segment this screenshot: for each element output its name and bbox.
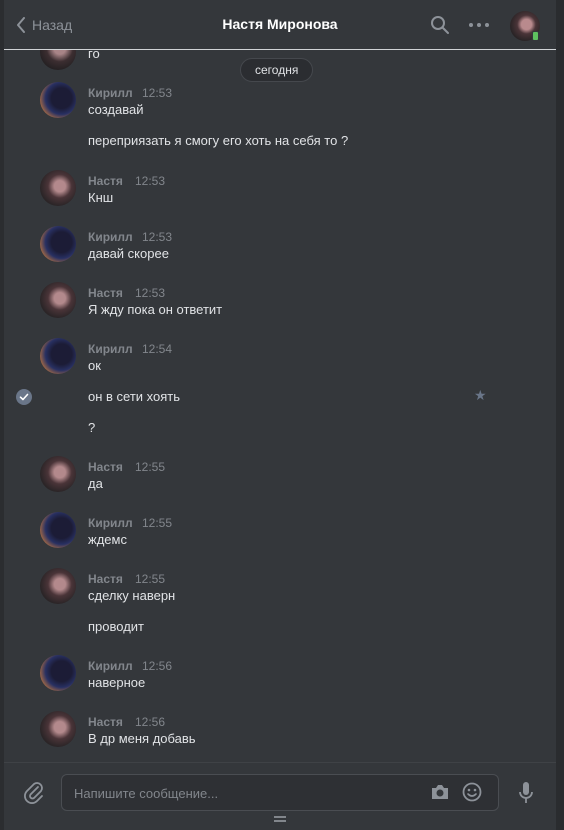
resize-handle[interactable]: [274, 816, 286, 822]
camera-icon[interactable]: [430, 783, 450, 801]
message-author[interactable]: Настя: [88, 286, 123, 300]
avatar[interactable]: [40, 568, 76, 604]
message-text: создавай: [88, 102, 144, 117]
message-time: 12:53: [135, 174, 166, 188]
message-text: ждемс: [88, 532, 127, 547]
check-icon[interactable]: [16, 389, 32, 405]
message-author[interactable]: Кирилл: [88, 516, 133, 530]
message-time: 12:55: [142, 516, 173, 530]
message-time: 12:53: [142, 230, 173, 244]
message-text: давай скорее: [88, 246, 169, 261]
message-text: В др меня добавь: [88, 731, 196, 746]
paperclip-icon[interactable]: [24, 780, 44, 804]
message-text: да: [88, 476, 103, 491]
online-indicator: [532, 31, 539, 41]
message-author[interactable]: Настя: [88, 715, 123, 729]
message-text: ок: [88, 358, 101, 373]
message-time: 12:55: [135, 572, 166, 586]
more-icon[interactable]: [468, 22, 490, 28]
avatar[interactable]: [40, 282, 76, 318]
message-time: 12:53: [135, 286, 166, 300]
microphone-icon[interactable]: [518, 781, 534, 805]
scrollbar[interactable]: [556, 0, 564, 830]
message-text: наверное: [88, 675, 146, 690]
avatar[interactable]: [40, 512, 76, 548]
message-time: 12:56: [135, 715, 166, 729]
message-text: проводит: [88, 619, 145, 634]
message-text: переприязать я смогу его хоть на себя то…: [88, 133, 349, 148]
avatar[interactable]: [40, 711, 76, 747]
message-author[interactable]: Настя: [88, 174, 123, 188]
message-author[interactable]: Кирилл: [88, 86, 133, 100]
message-text: го: [88, 46, 100, 61]
message-input-placeholder: Напишите сообщение...: [74, 786, 219, 801]
message-text: Я жду пока он ответит: [88, 302, 223, 317]
message-time: 12:56: [142, 659, 173, 673]
avatar[interactable]: [40, 170, 76, 206]
avatar[interactable]: [40, 226, 76, 262]
message-time: 12:54: [142, 342, 173, 356]
search-icon[interactable]: [430, 15, 450, 35]
message-text: сделку наверн: [88, 588, 176, 603]
message-author[interactable]: Настя: [88, 460, 123, 474]
message-author[interactable]: Кирилл: [88, 230, 133, 244]
message-author[interactable]: Кирилл: [88, 659, 133, 673]
avatar[interactable]: [40, 82, 76, 118]
avatar[interactable]: [40, 338, 76, 374]
chat-window: Назад Настя Миронова сегодня го Кирилл 1…: [4, 0, 556, 830]
smile-icon[interactable]: [462, 782, 482, 802]
message-author[interactable]: Настя: [88, 572, 123, 586]
message-text: он в сети хоять: [88, 389, 181, 404]
star-icon[interactable]: ★: [474, 387, 487, 404]
date-divider: сегодня: [240, 58, 314, 82]
chat-header: Назад Настя Миронова: [4, 0, 556, 50]
message-text: ?: [88, 420, 96, 435]
message-text: Кнш: [88, 190, 114, 205]
avatar[interactable]: [40, 655, 76, 691]
message-time: 12:53: [142, 86, 173, 100]
message-author[interactable]: Кирилл: [88, 342, 133, 356]
message-time: 12:55: [135, 460, 166, 474]
avatar[interactable]: [40, 456, 76, 492]
